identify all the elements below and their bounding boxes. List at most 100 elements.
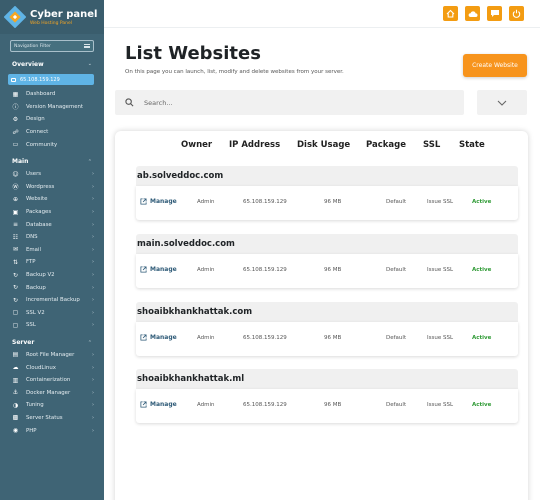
issue-ssl-button[interactable]: Issue SSL (427, 267, 453, 273)
create-website-button[interactable]: Create Website (463, 54, 527, 77)
backup-icon: ↻ (12, 296, 19, 304)
chevron-right-icon: › (92, 322, 94, 329)
gear-icon: ⚙ (12, 115, 19, 123)
main-item-dns[interactable]: ☷ DNS › (0, 231, 104, 244)
overview-item-community[interactable]: ▭ Community (0, 138, 104, 151)
issue-ssl-button[interactable]: Issue SSL (427, 335, 453, 341)
chevron-right-icon: › (92, 272, 94, 279)
website-row: main.solveddoc.com Manage Admin 65.108.159.… (136, 234, 518, 288)
php-icon: ◉ (12, 427, 19, 435)
home-icon (446, 9, 455, 18)
website-domain[interactable]: shoaibkhankhattak.com (136, 302, 518, 322)
nav-item-label: Wordpress (26, 183, 55, 190)
home-button[interactable] (443, 6, 458, 21)
folder-icon: ▤ (12, 351, 19, 359)
server-item-containerization[interactable]: ▥ Containerization › (0, 374, 104, 387)
nav-item-label: Root File Manager (26, 351, 75, 358)
status-icon: ▩ (12, 414, 19, 422)
info-icon: ⓘ (12, 104, 19, 112)
package-cell: Default (386, 267, 407, 273)
link-icon: ☍ (12, 128, 19, 136)
main-item-incremental-backup[interactable]: ↻ Incremental Backup › (0, 294, 104, 307)
server-ip-badge[interactable]: 65.108.159.129 (8, 74, 94, 85)
docker-icon: ⚓ (12, 389, 19, 397)
main-item-ssl-v2[interactable]: ▢ SSL V2 › (0, 307, 104, 320)
globe-icon: ⊕ (12, 195, 19, 203)
nav-item-label: Containerization (26, 377, 71, 384)
manage-label: Manage (150, 401, 177, 408)
main-item-website[interactable]: ⊕ Website › (0, 193, 104, 206)
brand-tagline: Web Hosting Panel (30, 20, 73, 26)
brand[interactable]: Cyber panel Web Hosting Panel (0, 0, 104, 34)
owner-cell: Admin (197, 402, 215, 408)
cloud-icon (468, 10, 478, 17)
nav-item-label: Incremental Backup (26, 297, 80, 304)
main-item-email[interactable]: ✉ Email › (0, 244, 104, 257)
chevron-right-icon: › (92, 234, 94, 241)
menu-toggle-icon[interactable] (84, 44, 90, 48)
section-server[interactable]: Server ⌃ (0, 337, 104, 349)
server-item-docker-manager[interactable]: ⚓ Docker Manager › (0, 386, 104, 399)
filter-select[interactable] (477, 90, 527, 115)
main-item-backup[interactable]: ↻ Backup › (0, 281, 104, 294)
server-item-cloudlinux[interactable]: ☁ CloudLinux › (0, 361, 104, 374)
main-item-database[interactable]: ≡ Database › (0, 218, 104, 231)
chat-icon (490, 10, 499, 17)
manage-link[interactable]: Manage (140, 266, 177, 273)
overview-item-version-management[interactable]: ⓘ Version Management (0, 101, 104, 114)
manage-label: Manage (150, 198, 177, 205)
chevron-up-icon: ⌃ (87, 339, 92, 346)
chevron-right-icon: › (92, 221, 94, 228)
manage-link[interactable]: Manage (140, 334, 177, 341)
manage-label: Manage (150, 266, 177, 273)
nav-item-label: Connect (26, 129, 49, 136)
support-button[interactable] (487, 6, 502, 21)
main-item-wordpress[interactable]: Ⓦ Wordpress › (0, 181, 104, 194)
nav-item-label: Community (26, 141, 58, 148)
package-cell: Default (386, 199, 407, 205)
main-item-ftp[interactable]: ⇅ FTP › (0, 256, 104, 269)
website-row: ab.solveddoc.com Manage Admin 65.108.159.12… (136, 166, 518, 220)
users-icon: ☺ (12, 170, 19, 178)
external-link-icon (140, 401, 147, 408)
database-icon: ≡ (12, 221, 19, 229)
chevron-right-icon: › (92, 171, 94, 178)
nav-item-label: SSL (26, 322, 36, 329)
search-icon (125, 98, 134, 107)
overview-item-dashboard[interactable]: ▦ Dashboard (0, 88, 104, 101)
main-item-ssl[interactable]: ▢ SSL › (0, 319, 104, 332)
issue-ssl-button[interactable]: Issue SSL (427, 402, 453, 408)
main-content: List Websites On this page you can launc… (104, 28, 540, 500)
manage-link[interactable]: Manage (140, 198, 177, 205)
dns-icon: ☷ (12, 233, 19, 241)
server-item-root-file-manager[interactable]: ▤ Root File Manager › (0, 349, 104, 362)
cloud-icon: ☁ (12, 364, 19, 372)
server-item-server-status[interactable]: ▩ Server Status › (0, 412, 104, 425)
main-item-packages[interactable]: ▣ Packages › (0, 206, 104, 219)
section-overview-label: Overview (12, 60, 44, 68)
website-domain[interactable]: shoaibkhankhattak.ml (136, 369, 518, 389)
server-item-tuning[interactable]: ◑ Tuning › (0, 399, 104, 412)
website-domain[interactable]: main.solveddoc.com (136, 234, 518, 254)
website-domain[interactable]: ab.solveddoc.com (136, 166, 518, 186)
main-item-users[interactable]: ☺ Users › (0, 168, 104, 181)
nav-item-label: PHP (26, 427, 37, 434)
issue-ssl-button[interactable]: Issue SSL (427, 199, 453, 205)
overview-item-connect[interactable]: ☍ Connect (0, 126, 104, 139)
logout-button[interactable] (509, 6, 524, 21)
manage-link[interactable]: Manage (140, 401, 177, 408)
section-overview[interactable]: Overview ⌄ (0, 58, 104, 70)
chevron-right-icon: › (92, 389, 94, 396)
server-item-php[interactable]: ◉ PHP › (0, 424, 104, 437)
cloud-button[interactable] (465, 6, 480, 21)
section-main[interactable]: Main ⌃ (0, 156, 104, 168)
navigation-filter-input[interactable]: Navigation Filter (10, 40, 94, 52)
main-item-backup-v2[interactable]: ↻ Backup V2 › (0, 269, 104, 282)
mail-icon: ✉ (12, 246, 19, 254)
search-input[interactable]: Search... (115, 90, 464, 115)
nav-item-label: Dashboard (26, 91, 56, 98)
website-row: shoaibkhankhattak.com Manage Admin 65.108.1… (136, 302, 518, 356)
package-cell: Default (386, 335, 407, 341)
overview-item-design[interactable]: ⚙ Design (0, 113, 104, 126)
state-badge: Active (472, 199, 492, 205)
